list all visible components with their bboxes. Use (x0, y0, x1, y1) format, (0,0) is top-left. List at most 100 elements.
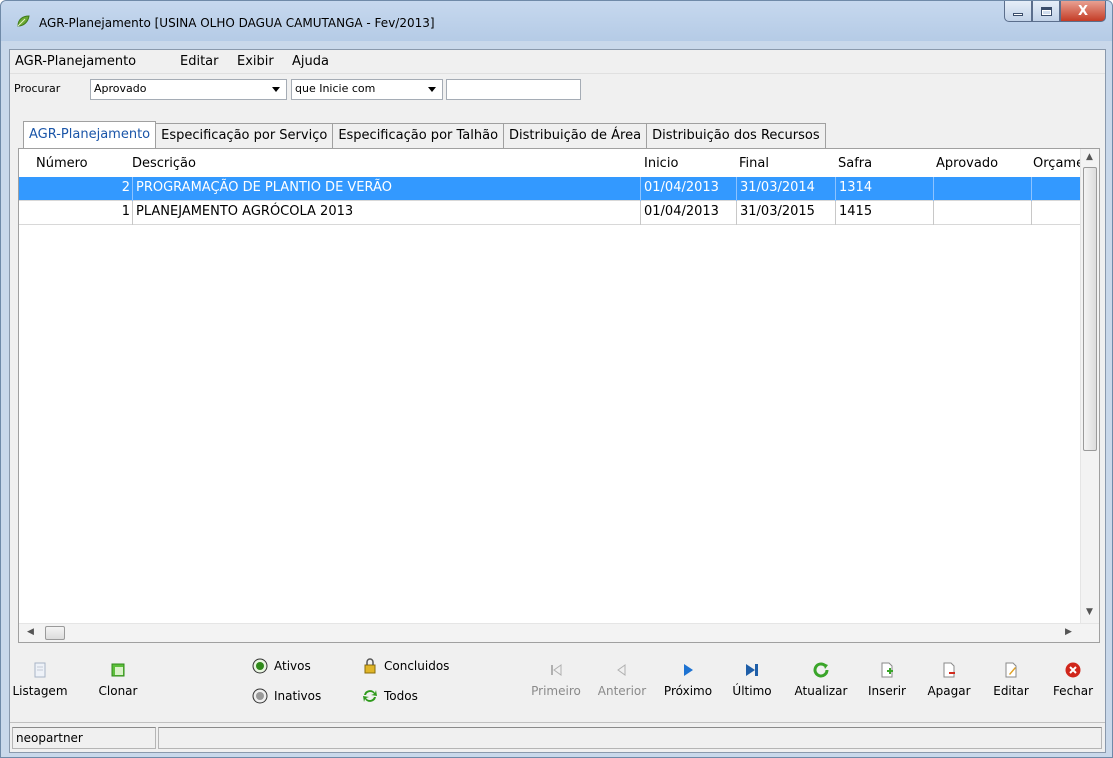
menu-ajuda[interactable]: Ajuda (292, 54, 329, 69)
table-row[interactable]: 2 PROGRAMAÇÃO DE PLANTIO DE VERÃO 01/04/… (19, 177, 1081, 201)
listing-icon (34, 662, 46, 678)
first-record-icon (551, 664, 562, 676)
scroll-right-icon[interactable]: ▶ (1065, 627, 1072, 637)
tab-distribuicao-recursos[interactable]: Distribuição dos Recursos (646, 123, 826, 148)
refresh-icon (813, 662, 829, 678)
chevron-down-icon (272, 87, 280, 92)
title-bar[interactable]: AGR-Planejamento [USINA OLHO DAGUA CAMUT… (1, 1, 1112, 41)
vertical-scrollbar[interactable]: ▲ ▼ (1080, 149, 1099, 623)
search-mode-value: que Inicie com (295, 82, 376, 95)
filter-inativos-label: Inativos (274, 689, 322, 703)
cell-orcamento (1032, 177, 1081, 201)
horizontal-scrollbar[interactable]: ◀ ▶ (19, 623, 1099, 642)
minimize-icon (1013, 12, 1023, 16)
anterior-label: Anterior (597, 684, 647, 698)
filter-concluidos-label: Concluidos (384, 659, 450, 673)
tab-strip: AGR-Planejamento Especificação por Servi… (23, 121, 826, 149)
grid-header: Número Descrição Inicio Final Safra Apro… (19, 149, 1084, 177)
filter-ativos-label: Ativos (274, 659, 311, 673)
edit-document-icon (1005, 662, 1017, 678)
cell-descricao: PLANEJAMENTO AGRÓCOLA 2013 (133, 201, 641, 225)
menu-agr-planejamento[interactable]: AGR-Planejamento (15, 54, 136, 69)
ultimo-label: Último (732, 684, 772, 698)
app-leaf-icon (17, 15, 30, 27)
radio-icon (252, 688, 268, 704)
close-window-button[interactable]: X (1060, 1, 1106, 22)
search-mode-select[interactable]: que Inicie com (291, 79, 443, 100)
cell-inicio: 01/04/2013 (641, 177, 737, 201)
fechar-label: Fechar (1052, 684, 1094, 698)
clonar-button[interactable]: Clonar (90, 662, 146, 698)
editar-label: Editar (993, 684, 1029, 698)
listagem-label: Listagem (12, 684, 68, 698)
primeiro-button[interactable]: Primeiro (528, 662, 584, 698)
data-grid[interactable]: Número Descrição Inicio Final Safra Apro… (18, 148, 1100, 643)
search-input[interactable] (446, 79, 581, 100)
scroll-down-icon[interactable]: ▼ (1086, 607, 1093, 617)
atualizar-button[interactable]: Atualizar (786, 662, 856, 698)
filter-concluidos[interactable]: Concluidos (362, 658, 449, 674)
menu-exibir[interactable]: Exibir (237, 54, 274, 69)
column-header-descricao[interactable]: Descrição (132, 156, 196, 171)
refresh-arrows-icon (363, 690, 377, 702)
filter-inativos[interactable]: Inativos (252, 688, 321, 704)
cell-numero: 2 (19, 177, 133, 201)
lock-icon (364, 658, 376, 674)
cell-safra: 1415 (836, 201, 934, 225)
search-field-select[interactable]: Aprovado (90, 79, 287, 100)
cell-aprovado (934, 201, 1032, 225)
cell-safra: 1314 (836, 177, 934, 201)
filter-todos[interactable]: Todos (362, 688, 418, 704)
cell-aprovado (934, 177, 1032, 201)
proximo-label: Próximo (663, 684, 713, 698)
radio-selected-icon (252, 658, 268, 674)
cell-orcamento (1032, 201, 1081, 225)
listagem-button[interactable]: Listagem (12, 662, 68, 698)
ultimo-button[interactable]: Último (727, 662, 777, 698)
maximize-icon (1040, 6, 1052, 16)
menu-editar[interactable]: Editar (180, 54, 219, 69)
insert-document-icon (881, 662, 893, 678)
tab-distribuicao-area[interactable]: Distribuição de Área (503, 123, 648, 148)
window-title: AGR-Planejamento [USINA OLHO DAGUA CAMUT… (39, 16, 435, 30)
column-header-final[interactable]: Final (739, 156, 769, 171)
cell-final: 31/03/2014 (737, 177, 836, 201)
app-window: AGR-Planejamento [USINA OLHO DAGUA CAMUT… (0, 0, 1113, 758)
toolbar: Listagem Clonar Ativos Inativos Concluid… (10, 650, 1105, 722)
clonar-label: Clonar (98, 684, 138, 698)
column-header-inicio[interactable]: Inicio (644, 156, 678, 171)
tab-agr-planejamento[interactable]: AGR-Planejamento (23, 121, 157, 148)
tab-especificacao-talhao[interactable]: Especificação por Talhão (332, 123, 505, 148)
primeiro-label: Primeiro (531, 684, 581, 698)
column-header-aprovado[interactable]: Aprovado (936, 156, 998, 171)
proximo-button[interactable]: Próximo (660, 662, 716, 698)
column-header-orcamento[interactable]: Orçame (1033, 156, 1084, 171)
anterior-button[interactable]: Anterior (592, 662, 652, 698)
editar-button[interactable]: Editar (987, 662, 1035, 698)
apagar-button[interactable]: Apagar (924, 662, 974, 698)
main-frame: AGR-Planejamento Editar Exibir Ajuda Pro… (9, 49, 1106, 753)
tab-especificacao-servico[interactable]: Especificação por Serviço (155, 123, 334, 148)
filter-ativos[interactable]: Ativos (252, 658, 311, 674)
column-header-safra[interactable]: Safra (838, 156, 872, 171)
inserir-button[interactable]: Inserir (862, 662, 912, 698)
maximize-button[interactable] (1032, 1, 1060, 22)
vertical-scroll-thumb[interactable] (1083, 167, 1097, 451)
minimize-button[interactable] (1004, 1, 1032, 22)
close-circle-icon (1065, 662, 1081, 678)
scroll-up-icon[interactable]: ▲ (1086, 152, 1093, 162)
scroll-left-icon[interactable]: ◀ (27, 627, 34, 637)
delete-document-icon (943, 662, 955, 678)
menu-bar: AGR-Planejamento Editar Exibir Ajuda (10, 50, 1105, 74)
horizontal-scroll-thumb[interactable] (45, 626, 65, 640)
status-bar: neopartner (10, 722, 1105, 752)
atualizar-label: Atualizar (794, 684, 848, 698)
column-header-numero[interactable]: Número (36, 156, 88, 171)
fechar-button[interactable]: Fechar (1047, 662, 1099, 698)
apagar-label: Apagar (927, 684, 971, 698)
inserir-label: Inserir (868, 684, 906, 698)
search-field-value: Aprovado (94, 82, 147, 95)
previous-record-icon (617, 664, 626, 676)
filter-todos-label: Todos (384, 689, 418, 703)
table-row[interactable]: 1 PLANEJAMENTO AGRÓCOLA 2013 01/04/2013 … (19, 201, 1081, 225)
